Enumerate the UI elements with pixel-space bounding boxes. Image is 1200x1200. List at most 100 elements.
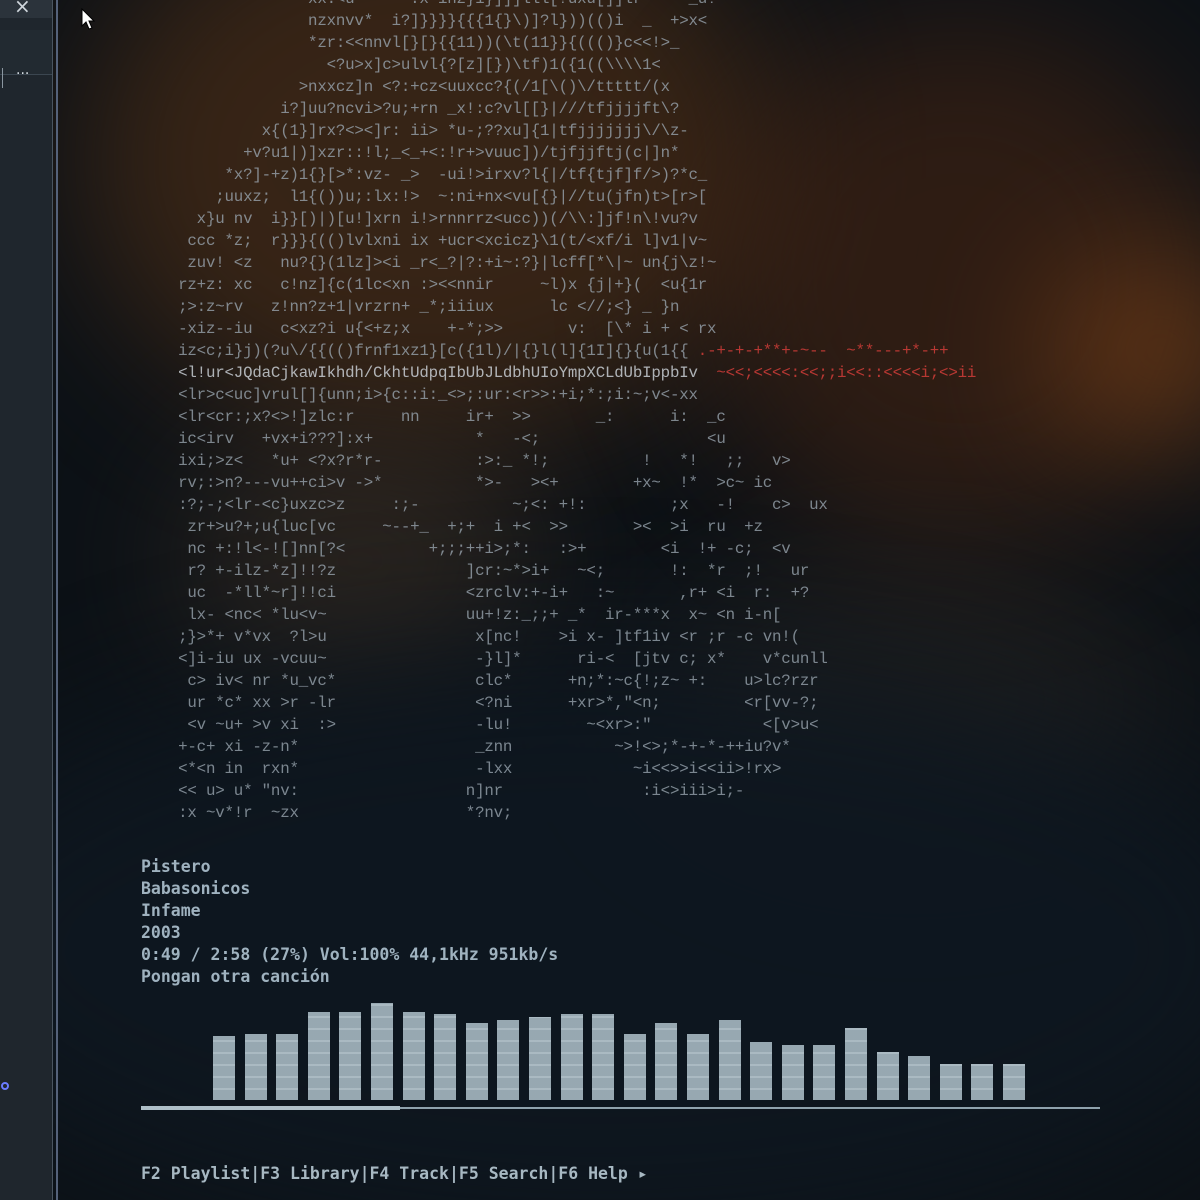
ascii-row: <lr<cr:;x?<>!]zlc:r nn ir+ >> _: i: _c <box>141 406 976 428</box>
ascii-row: :x ~v*!r ~zx *?nv; <box>141 802 976 824</box>
progress-bar-fill <box>141 1106 400 1110</box>
track-year: 2003 <box>141 923 181 942</box>
ascii-row-text: ;>:z~rv z!nn?z+1|vrzrn+ _*;iiiux lc <//;… <box>141 298 680 316</box>
ascii-row-text: rv;:>n?---vu++ci>v ->* *>- ><+ +x~ !* >c… <box>141 474 773 492</box>
spectrum-bar <box>623 1034 646 1100</box>
ascii-row-text: nc +:!l<-![]nn[?< +;;;++i>;*: :>+ <i !+ … <box>141 540 791 558</box>
spectrum-bar <box>781 1045 804 1100</box>
spectrum-visualizer <box>213 1000 1033 1100</box>
ascii-row-text: :?;-;<lr-<c}uxzc>z :;- ~;<: +!: ;x -! c>… <box>141 496 828 514</box>
spectrum-bar <box>560 1014 583 1100</box>
spectrum-bar <box>434 1014 457 1100</box>
ascii-row: x{(1}]rx?<><]r: ii> *u-;??xu]{1|tfjjjjjj… <box>141 120 976 142</box>
ascii-row: <]i-iu ux -vcuu~ -}l]* ri-< [jtv c; x* v… <box>141 648 976 670</box>
playback-status: 0:49 / 2:58 (27%) Vol:100% 44,1kHz 951kb… <box>141 945 559 964</box>
ascii-row: ic<irv +vx+i???]:x+ * -<; <u <box>141 428 976 450</box>
track-comment: Pongan otra canción <box>141 967 330 986</box>
ascii-row: i?]uu?ncvi>?u;+rn _x!:c?vl[[}|///tfjjjjf… <box>141 98 976 120</box>
album-art-ascii: xx:<u :x-inz}1}]]]lll[?uxu[]]lr~ _u! nzx… <box>141 0 976 824</box>
spectrum-bar <box>402 1012 425 1100</box>
ascii-row: xx:<u :x-inz}1}]]]lll[?uxu[]]lr~ _u! <box>141 0 976 10</box>
spectrum-bar <box>497 1020 520 1100</box>
ascii-row-text: nzxnvv* i?]}}}}{{{1{}\)]?l}))(()i _ +>x< <box>141 12 708 30</box>
ascii-row-text: >nxxcz]n <?:+cz<uuxcc?{(/1[\()\/ttttt/(x <box>141 78 670 96</box>
ascii-row: lx- <nc< *lu<v~ uu+!z:_;;+ _* ir-***x x~… <box>141 604 976 626</box>
spectrum-bar <box>687 1034 709 1100</box>
ascii-row: +v?u1|)]xzr::!l;_<_+<:!r+>vuuc])/tjfjjft… <box>141 142 976 164</box>
ascii-row: ;}>*+ v*vx ?l>u x[nc! >i x- ]tf1iv <r ;r… <box>141 626 976 648</box>
close-icon[interactable]: × <box>14 0 31 18</box>
ascii-row: zr+>u?+;u{luc[vc ~--+_ +;+ i +< >> >< >i… <box>141 516 976 538</box>
shortcut-library[interactable]: F3 Library <box>260 1164 359 1183</box>
ascii-row: <?u>x]c>ulvl{?[z][})\tf)1({1((\\\\1< <box>141 54 976 76</box>
ascii-row-text: x{(1}]rx?<><]r: ii> *u-;??xu]{1|tfjjjjjj… <box>141 122 689 140</box>
shortcut-help[interactable]: F6 Help <box>558 1164 628 1183</box>
ascii-row-text: *zr:<<nnvl[}[}{{11))(\t(11}}{((()}c<<!>_ <box>141 34 680 52</box>
ascii-row: <v ~u+ >v xi :> -lu! ~<xr>:" <[v>u< <box>141 714 976 736</box>
ascii-row-text: -xiz--iu c<xz?i u{<+z;x +-*;>> v: [\* i … <box>141 320 717 338</box>
shortcut-playlist[interactable]: F2 Playlist <box>141 1164 250 1183</box>
spectrum-bar <box>339 1012 362 1100</box>
ascii-row: rv;:>n?---vu++ci>v ->* *>- ><+ +x~ !* >c… <box>141 472 976 494</box>
shortcut-search[interactable]: F5 Search <box>459 1164 548 1183</box>
ascii-row: ccc *z; r}}}{(()lvlxni ix +ucr<xcicz}\1(… <box>141 230 976 252</box>
ascii-row-text: lx- <nc< *lu<v~ uu+!z:_;;+ _* ir-***x x~… <box>141 606 782 624</box>
ascii-row-text: x}u nv i}}[)|)[u!]xrn i!>rnnrrz<ucc))(/\… <box>141 210 698 228</box>
ascii-row-text: *x?]-+z)1{}[>*:vz- _> -ui!>irxv?l{|/tf{t… <box>141 166 708 184</box>
background-window[interactable]: × ··· <box>0 0 53 1200</box>
track-title: Pistero <box>141 857 211 876</box>
spectrum-bar <box>655 1023 678 1100</box>
spectrum-bar <box>213 1036 235 1100</box>
track-artist: Babasonicos <box>141 879 251 898</box>
spectrum-bar <box>1003 1064 1025 1100</box>
ascii-row-text: <*<n in rxn* -lxx ~i<<>>i<<ii>!rx> <box>141 760 782 778</box>
ascii-row: >nxxcz]n <?:+cz<uuxcc?{(/1[\()\/ttttt/(x <box>141 76 976 98</box>
ascii-row: ;uuxz; l1{())u;:lx:!> ~:ni+nx<vu[{}|//tu… <box>141 186 976 208</box>
ascii-row: ur *c* xx >r -lr <?ni +xr>*,"<n; <r[vv-?… <box>141 692 976 714</box>
ascii-row-text: zuv! <z nu?{}(1lz]><i _r<_?|?:+i~:?}|lcf… <box>141 254 717 272</box>
shortcut-track[interactable]: F4 Track <box>370 1164 449 1183</box>
background-window-toolbar: ··· <box>0 30 52 88</box>
mouse-cursor-icon <box>81 8 96 30</box>
ascii-row: x}u nv i}}[)|)[u!]xrn i!>rnnrrz<ucc))(/\… <box>141 208 976 230</box>
ascii-row: nzxnvv* i?]}}}}{{{1{}\)]?l}))(()i _ +>x< <box>141 10 976 32</box>
spectrum-bar <box>845 1028 867 1100</box>
shortcut-separator: | <box>548 1164 559 1183</box>
spectrum-bar <box>876 1052 899 1100</box>
ascii-row-text: iz<c;i}j)(?u\/{{(()frnf1xz1}[c({1l)/|{}l… <box>141 342 689 360</box>
ascii-row: nc +:!l<-![]nn[?< +;;;++i>;*: :>+ <i !+ … <box>141 538 976 560</box>
ascii-row-text: r? +-ilz-*z]!!?z ]cr:~*>i+ ~<; !: *r ;! … <box>141 562 810 580</box>
spectrum-bar <box>592 1014 615 1100</box>
ascii-row-text: xx:<u :x-inz}1}]]]lll[?uxu[]]lr~ _u! <box>141 0 717 8</box>
ascii-row-text: ccc *z; r}}}{(()lvlxni ix +ucr<xcicz}\1(… <box>141 232 708 250</box>
spectrum-bar <box>813 1045 836 1100</box>
ascii-row-text: ;}>*+ v*vx ?l>u x[nc! >i x- ]tf1iv <r ;r… <box>141 628 800 646</box>
toolbar-divider <box>2 68 3 88</box>
ascii-row: <l!ur<JQdaCjkawIkhdh/CkhtUdpqIbUbJLdbhUI… <box>141 362 976 384</box>
ascii-row-text: ixi;>z< *u+ <?x?r*r- :>:_ *!; ! *! ;; v> <box>141 452 791 470</box>
ascii-row: << u> u* "nv: n]nr :i<>iii>i;- <box>141 780 976 802</box>
ascii-row-text: <l!ur<JQdaCjkawIkhdh/CkhtUdpqIbUbJLdbhUI… <box>141 364 708 382</box>
shortcut-separator: | <box>448 1164 459 1183</box>
more-shortcuts-icon[interactable]: ▸ <box>628 1164 648 1183</box>
ascii-row: uc -*ll*~r]!!ci <zrclv:+-i+ :~ ,r+ <i r:… <box>141 582 976 604</box>
radio-button-icon[interactable] <box>1 1082 9 1090</box>
background-window-titlebar: × <box>0 0 52 18</box>
ascii-row-text: :x ~v*!r ~zx *?nv; <box>141 804 513 822</box>
spectrum-bar <box>718 1020 741 1100</box>
shortcut-separator: | <box>250 1164 261 1183</box>
ascii-row-text: <lr<cr:;x?<>!]zlc:r nn ir+ >> _: i: _c <box>141 408 726 426</box>
more-options-icon[interactable]: ··· <box>16 66 29 82</box>
ascii-row-text: uc -*ll*~r]!!ci <zrclv:+-i+ :~ ,r+ <i r:… <box>141 584 810 602</box>
ascii-row: :?;-;<lr-<c}uxzc>z :;- ~;<: +!: ;x -! c>… <box>141 494 976 516</box>
ascii-row: ;>:z~rv z!nn?z+1|vrzrn+ _*;iiiux lc <//;… <box>141 296 976 318</box>
ascii-row-text: <v ~u+ >v xi :> -lu! ~<xr>:" <[v>u< <box>141 716 819 734</box>
progress-bar[interactable] <box>141 1106 1100 1110</box>
ascii-row: <lr>c<uc]vrul[]{unn;i>{c::i:_<>;:ur:<r>>… <box>141 384 976 406</box>
ascii-row: rz+z: xc c!nz]{c(1lc<xn :><<nnir ~l)x {j… <box>141 274 976 296</box>
spectrum-bar <box>244 1034 267 1100</box>
ascii-row-text: <]i-iu ux -vcuu~ -}l]* ri-< [jtv c; x* v… <box>141 650 828 668</box>
track-album: Infame <box>141 901 201 920</box>
spectrum-bar <box>750 1042 773 1100</box>
ascii-row-text: <?u>x]c>ulvl{?[z][})\tf)1({1((\\\\1< <box>141 56 661 74</box>
